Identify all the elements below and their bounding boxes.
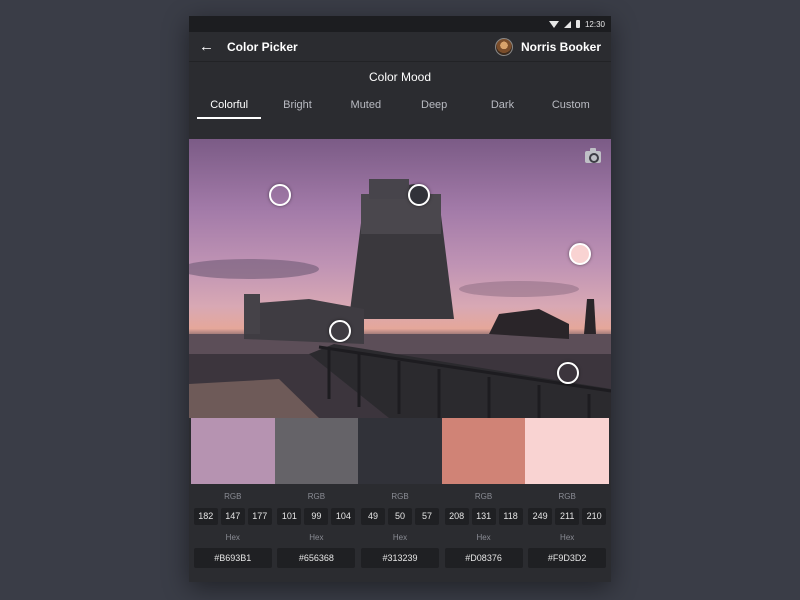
color-value-column: RGB 101 99 104 Hex #656368	[275, 486, 359, 568]
swatch[interactable]	[274, 418, 359, 484]
wifi-icon	[548, 20, 559, 28]
tab-custom[interactable]: Custom	[537, 92, 605, 122]
color-picker-handle-3[interactable]	[408, 184, 430, 206]
blue-value[interactable]: 104	[331, 508, 356, 525]
camera-icon[interactable]	[585, 148, 601, 163]
rgb-label: RGB	[474, 492, 493, 501]
color-value-column: RGB 182 147 177 Hex #B693B1	[191, 486, 275, 568]
hex-label: Hex	[560, 533, 575, 542]
green-value[interactable]: 131	[471, 508, 496, 525]
rgb-values: 101 99 104	[277, 508, 356, 525]
green-value[interactable]: 211	[555, 508, 580, 525]
color-picker-handle-4[interactable]	[557, 362, 579, 384]
swatch[interactable]	[358, 418, 442, 484]
rgb-values: 49 50 57	[360, 508, 439, 525]
color-value-column: RGB 249 211 210 Hex #F9D3D2	[525, 486, 609, 568]
red-value[interactable]: 208	[444, 508, 469, 525]
hex-label: Hex	[225, 533, 240, 542]
color-picker-handle-2[interactable]	[329, 320, 351, 342]
blue-value[interactable]: 57	[414, 508, 439, 525]
avatar[interactable]	[494, 37, 513, 56]
rgb-label: RGB	[558, 492, 576, 501]
hex-value[interactable]: #F9D3D2	[528, 548, 607, 568]
color-picker-handle-1[interactable]	[269, 184, 291, 206]
rgb-values: 249 211 210	[528, 508, 607, 525]
hex-value[interactable]: #D08376	[444, 548, 523, 568]
tab-muted[interactable]: Muted	[332, 92, 400, 122]
status-time: 12:30	[584, 19, 605, 29]
battery-icon	[575, 20, 580, 28]
hex-value[interactable]: #B693B1	[193, 548, 272, 568]
red-value[interactable]: 249	[528, 508, 553, 525]
rgb-values: 182 147 177	[193, 508, 272, 525]
hex-value[interactable]: #656368	[277, 548, 356, 568]
blue-value[interactable]: 118	[498, 508, 523, 525]
tower-photo-illustration	[189, 179, 611, 418]
red-value[interactable]: 49	[360, 508, 385, 525]
swatch[interactable]	[191, 418, 275, 484]
mood-tabs: Colorful Bright Muted Deep Dark Custom	[189, 92, 611, 122]
rgb-label: RGB	[391, 492, 409, 501]
swatch[interactable]	[525, 418, 609, 484]
color-swatches	[191, 418, 609, 486]
source-photo[interactable]	[189, 139, 611, 418]
status-bar: 12:30	[189, 16, 611, 32]
rgb-label: RGB	[224, 492, 242, 501]
app-bar: ← Color Picker Norris Booker	[189, 32, 611, 62]
tab-deep[interactable]: Deep	[400, 92, 468, 122]
color-value-column: RGB 208 131 118 Hex #D08376	[442, 486, 526, 568]
rgb-label: RGB	[307, 492, 326, 501]
tab-dark[interactable]: Dark	[468, 92, 536, 122]
user-name[interactable]: Norris Booker	[521, 40, 601, 54]
hex-label: Hex	[476, 533, 491, 542]
red-value[interactable]: 101	[277, 508, 302, 525]
swatch[interactable]	[441, 418, 526, 484]
hex-value[interactable]: #313239	[360, 548, 439, 568]
green-value[interactable]: 147	[220, 508, 245, 525]
rgb-values: 208 131 118	[444, 508, 523, 525]
tab-colorful[interactable]: Colorful	[195, 92, 263, 122]
page-title: Color Picker	[227, 39, 298, 54]
device-frame: 12:30 ← Color Picker Norris Booker Color…	[189, 16, 611, 582]
blue-value[interactable]: 177	[247, 508, 272, 525]
hex-label: Hex	[309, 533, 324, 542]
blue-value[interactable]: 210	[582, 508, 607, 525]
red-value[interactable]: 182	[193, 508, 218, 525]
hex-label: Hex	[392, 533, 408, 542]
color-value-column: RGB 49 50 57 Hex #313239	[358, 486, 442, 568]
green-value[interactable]: 50	[387, 508, 412, 525]
back-arrow-icon[interactable]: ←	[199, 38, 219, 55]
color-values: RGB 182 147 177 Hex #B693B1 RGB 101 99 1…	[191, 486, 609, 568]
green-value[interactable]: 99	[304, 508, 329, 525]
tab-bright[interactable]: Bright	[263, 92, 331, 122]
section-title: Color Mood	[368, 70, 432, 84]
color-picker-handle-5[interactable]	[569, 243, 591, 265]
signal-icon	[563, 20, 571, 28]
